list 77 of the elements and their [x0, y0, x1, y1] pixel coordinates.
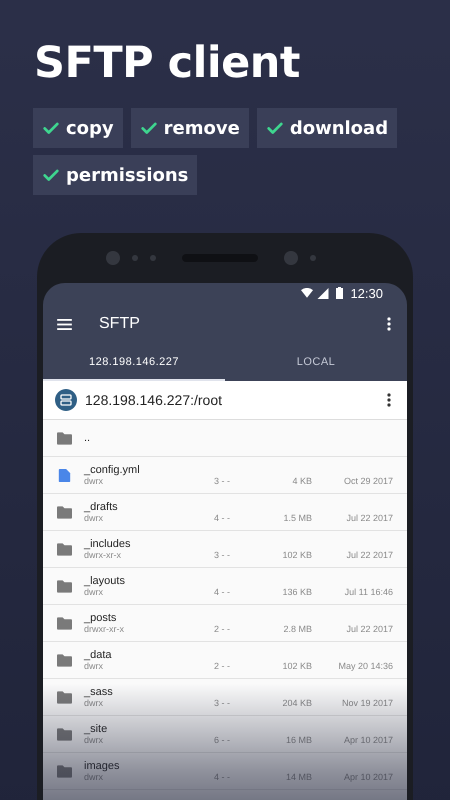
folder-icon [57, 580, 72, 592]
file-name[interactable]: _config.yml [84, 464, 140, 476]
file-date: May 20 14:36 [337, 661, 393, 671]
status-time: 12:30 [350, 286, 383, 300]
sensor-icon [310, 255, 316, 261]
file-name[interactable]: _posts [84, 612, 116, 624]
feature-chip: copy [33, 108, 123, 148]
file-name[interactable]: _drafts [84, 501, 118, 513]
file-date: Jul 22 2017 [345, 550, 393, 560]
file-size: 16 MB [284, 735, 312, 745]
file-links: 3 - - [214, 550, 232, 560]
folder-icon [57, 728, 72, 740]
file-links: 2 - - [214, 624, 232, 634]
file-date: Nov 19 2017 [340, 698, 393, 708]
folder-icon [57, 654, 72, 666]
feature-chip: download [256, 108, 398, 148]
sensor-icon [150, 255, 156, 261]
file-size: 4 KB [291, 476, 312, 486]
file-size: 102 KB [281, 550, 312, 560]
file-date: Apr 10 2017 [342, 772, 393, 782]
file-date: Apr 10 2017 [342, 735, 393, 745]
feature-chip: permissions [33, 155, 198, 195]
file-links: 6 - - [214, 735, 232, 745]
file-size: 1.5 MB [282, 513, 312, 523]
file-permissions: dwrx [84, 661, 104, 671]
current-path: 128.198.146.227:/root [85, 392, 224, 408]
file-permissions: dwrx [84, 735, 104, 745]
file-size: 2.8 MB [282, 624, 312, 634]
folder-icon [57, 616, 72, 630]
file-links: 3 - - [214, 476, 232, 486]
sensor-icon [132, 255, 138, 261]
file-permissions: dwrx [84, 772, 104, 782]
file-permissions: dwrx-xr-x [84, 550, 122, 560]
file-permissions: dwrx [84, 698, 104, 708]
file-name[interactable]: _includes [84, 538, 130, 550]
tab[interactable]: LOCAL [225, 345, 407, 381]
folder-icon [57, 506, 72, 518]
folder-icon [57, 542, 72, 556]
signal-icon [317, 288, 330, 298]
camera-icon [284, 251, 298, 265]
battery-icon [336, 287, 344, 299]
more-icon[interactable] [387, 317, 391, 331]
feature-chip: remove [130, 108, 249, 148]
file-links: 2 - - [214, 661, 232, 671]
file-permissions: dwrx [84, 476, 104, 486]
file-size: 204 KB [281, 698, 312, 708]
camera-icon [106, 251, 120, 265]
file-links: 3 - - [214, 698, 232, 708]
file-links: 4 - - [214, 513, 232, 523]
file-size: 102 KB [281, 661, 312, 671]
app-title: SFTP [99, 315, 141, 333]
headline: SFTP client [34, 38, 301, 88]
file-date: Jul 22 2017 [345, 624, 393, 634]
file-name[interactable]: .. [84, 432, 90, 444]
file-permissions: dwrx [84, 513, 104, 523]
file-name[interactable]: _sass [84, 686, 113, 698]
file-name[interactable]: images [84, 760, 120, 772]
file-name[interactable]: _layouts [84, 575, 125, 587]
file-links: 4 - - [214, 772, 232, 782]
server-icon [55, 389, 77, 411]
file-permissions: drwxr-xr-x [84, 624, 125, 634]
folder-icon [57, 764, 72, 778]
file-icon [57, 468, 72, 482]
wifi-icon [301, 288, 314, 298]
file-permissions: dwrx [84, 587, 104, 597]
menu-icon[interactable] [57, 318, 72, 330]
file-size: 14 MB [284, 772, 312, 782]
file-date: Jul 22 2017 [345, 513, 393, 523]
file-size: 136 KB [281, 587, 312, 597]
folder-icon [57, 690, 72, 704]
more-icon[interactable] [387, 393, 391, 407]
file-date: Jul 11 16:46 [344, 587, 393, 597]
file-name[interactable]: _data [84, 649, 112, 661]
file-date: Oct 29 2017 [342, 476, 393, 486]
file-name[interactable]: _site [84, 723, 108, 735]
folder-icon [57, 432, 72, 444]
file-links: 4 - - [214, 587, 232, 597]
